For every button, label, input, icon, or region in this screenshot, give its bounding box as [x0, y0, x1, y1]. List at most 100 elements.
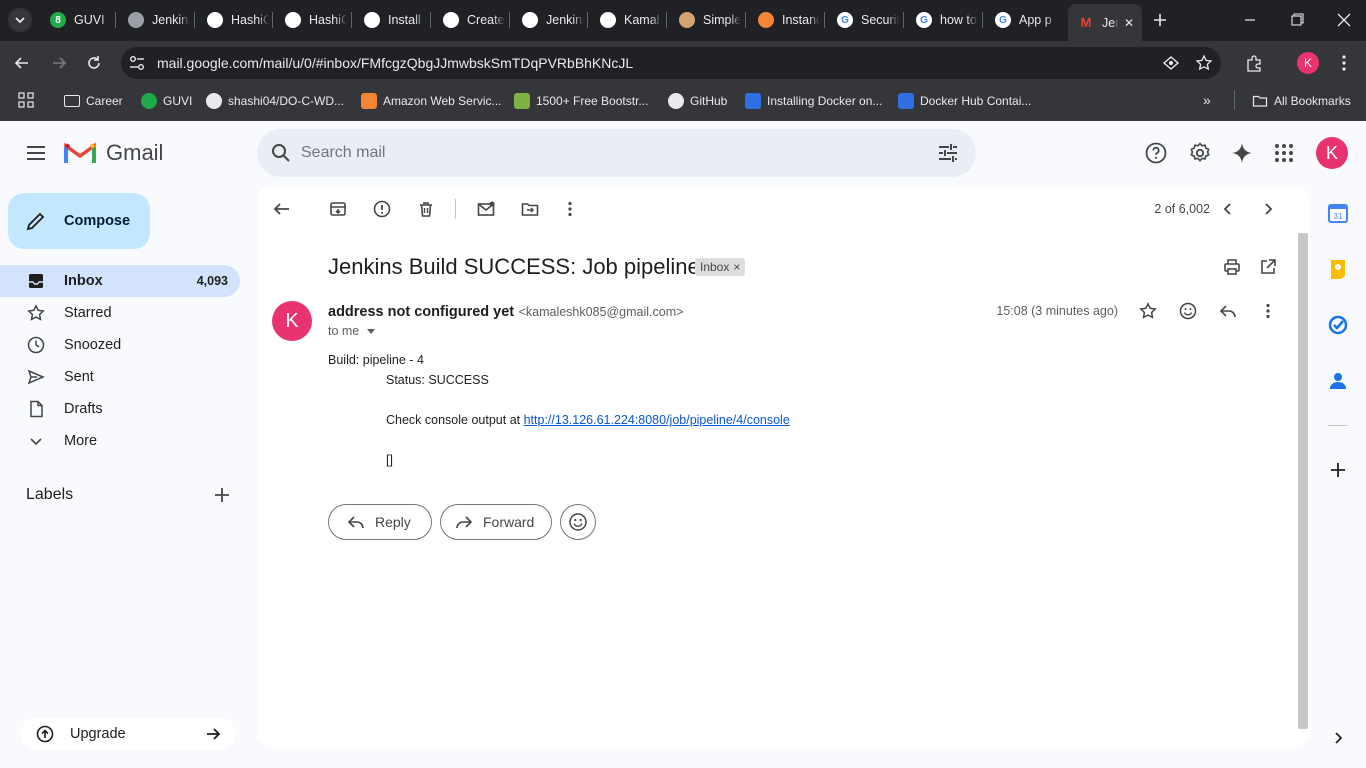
back-to-inbox-button[interactable] [266, 193, 298, 225]
add-reaction-button[interactable] [1172, 295, 1204, 327]
tab-search-button[interactable] [8, 8, 32, 32]
site-info-button[interactable] [128, 54, 146, 72]
bookmark-item[interactable]: Career [64, 91, 123, 111]
bookmark-item[interactable]: Amazon Web Servic... [361, 91, 502, 111]
recipient-details-toggle[interactable]: to me [328, 324, 377, 338]
message-more-button[interactable] [1252, 295, 1284, 327]
more-actions-button[interactable] [554, 193, 586, 225]
sidebar-item-sent[interactable]: Sent [0, 361, 240, 393]
open-new-window-button[interactable] [1252, 251, 1284, 283]
search-icon[interactable] [269, 141, 293, 165]
sidebar-item-drafts[interactable]: Drafts [0, 393, 240, 425]
remove-label-icon[interactable]: × [733, 260, 740, 274]
star-button[interactable] [1132, 295, 1164, 327]
main-menu-button[interactable] [24, 141, 48, 165]
delete-button[interactable] [410, 193, 442, 225]
support-button[interactable] [1144, 141, 1168, 165]
tasks-app-button[interactable] [1326, 313, 1350, 337]
profile-avatar-browser[interactable]: K [1297, 52, 1319, 74]
bookmark-item[interactable]: shashi04/DO-C-WD... [206, 91, 344, 111]
gemini-button[interactable] [1230, 141, 1254, 165]
inbox-label-chip[interactable]: Inbox × [695, 258, 746, 276]
tab-7[interactable]: Jenkins [512, 6, 584, 34]
calendar-app-button[interactable]: 31 [1326, 201, 1350, 225]
extensions-button[interactable] [1245, 54, 1263, 72]
mark-unread-button[interactable] [470, 193, 502, 225]
move-to-button[interactable] [514, 193, 546, 225]
google-apps-button[interactable] [1272, 141, 1296, 165]
message-scrollbar[interactable] [1298, 233, 1308, 729]
sender-name[interactable]: address not configured yet [328, 304, 514, 320]
tab-11[interactable]: G Security [827, 6, 899, 34]
tab-10[interactable]: Instance [748, 6, 820, 34]
tab-9[interactable]: Simple [669, 6, 741, 34]
sidebar-item-snoozed[interactable]: Snoozed [0, 329, 240, 361]
bookmark-item[interactable]: 1500+ Free Bootstr... [514, 91, 648, 111]
sidebar-item-inbox[interactable]: Inbox 4,093 [0, 265, 240, 297]
older-button[interactable] [1252, 193, 1284, 225]
restore-button[interactable] [1287, 12, 1307, 28]
search-input[interactable] [301, 144, 901, 162]
tab-13[interactable]: G App p [985, 6, 1057, 34]
address-bar[interactable]: mail.google.com/mail/u/0/#inbox/FMfcgzQb… [121, 47, 1221, 79]
print-button[interactable] [1216, 251, 1248, 283]
sidebar-item-starred[interactable]: Starred [0, 297, 240, 329]
tab-12[interactable]: Ghow to [906, 6, 978, 34]
bookmark-item[interactable]: Installing Docker on... [745, 91, 882, 111]
close-tab-icon[interactable]: ✕ [1124, 16, 1134, 30]
sidebar-item-more[interactable]: More [0, 425, 240, 457]
tab-title: Jenkins [152, 13, 190, 27]
search-bar[interactable] [257, 129, 976, 177]
bookmark-star-button[interactable] [1195, 54, 1213, 72]
settings-button[interactable] [1188, 141, 1212, 165]
bookmark-item[interactable]: Docker Hub Contai... [898, 91, 1031, 111]
tab-8[interactable]: Kamal [590, 6, 662, 34]
browser-menu-button[interactable] [1335, 53, 1353, 73]
bookmark-item[interactable]: GUVI [141, 91, 192, 111]
sender-avatar[interactable]: K [272, 301, 312, 341]
report-spam-button[interactable] [366, 193, 398, 225]
close-window-button[interactable] [1334, 10, 1354, 30]
all-bookmarks[interactable]: All Bookmarks [1252, 91, 1351, 111]
tab-6[interactable]: Create [433, 6, 505, 34]
get-addons-button[interactable] [1326, 458, 1350, 482]
upgrade-button[interactable]: Upgrade [20, 718, 236, 750]
forward-button[interactable] [49, 53, 69, 73]
newer-button[interactable] [1212, 193, 1244, 225]
bookmarks-overflow-button[interactable]: » [1203, 92, 1219, 108]
reply-icon [347, 516, 364, 529]
search-options-icon[interactable] [936, 141, 960, 165]
contacts-app-button[interactable] [1326, 369, 1350, 393]
tab-4[interactable]: HashiCorp [275, 6, 347, 34]
tab-title: HashiCorp [231, 13, 269, 27]
tab-14[interactable]: M Jenkins Build SUCCESS ✕ [1068, 4, 1142, 41]
tab-title: Create [467, 13, 505, 27]
tab-3[interactable]: HashiCorp [197, 6, 269, 34]
create-label-button[interactable] [212, 485, 232, 505]
bookmark-item[interactable]: GitHub [668, 91, 727, 111]
new-tab-button[interactable] [1150, 10, 1170, 30]
back-button[interactable] [12, 53, 32, 73]
account-avatar[interactable]: K [1316, 137, 1348, 169]
minimize-button[interactable] [1240, 12, 1260, 28]
tab-separator [903, 12, 904, 28]
reload-button[interactable] [84, 53, 104, 73]
compose-button[interactable]: Compose [8, 193, 150, 249]
lens-button[interactable] [1162, 54, 1180, 72]
archive-button[interactable] [322, 193, 354, 225]
tab-5[interactable]: Install [354, 6, 426, 34]
reply-button[interactable]: Reply [328, 504, 432, 540]
react-button[interactable] [560, 504, 596, 540]
forward-button[interactable]: Forward [440, 504, 552, 540]
apps-button[interactable] [18, 92, 34, 108]
keep-app-button[interactable] [1326, 257, 1350, 281]
tab-1[interactable]: 8 GUVI [40, 6, 112, 34]
show-side-panel-button[interactable] [1326, 726, 1350, 750]
tab-2[interactable]: Jenkins [118, 6, 190, 34]
tab-title: Simple [703, 13, 741, 27]
gmail-logo[interactable]: Gmail [64, 139, 163, 167]
tab-separator [824, 12, 825, 28]
console-output-link[interactable]: http://13.126.61.224:8080/job/pipeline/4… [524, 413, 790, 427]
reply-icon-button[interactable] [1212, 295, 1244, 327]
google-icon: G [837, 12, 853, 28]
